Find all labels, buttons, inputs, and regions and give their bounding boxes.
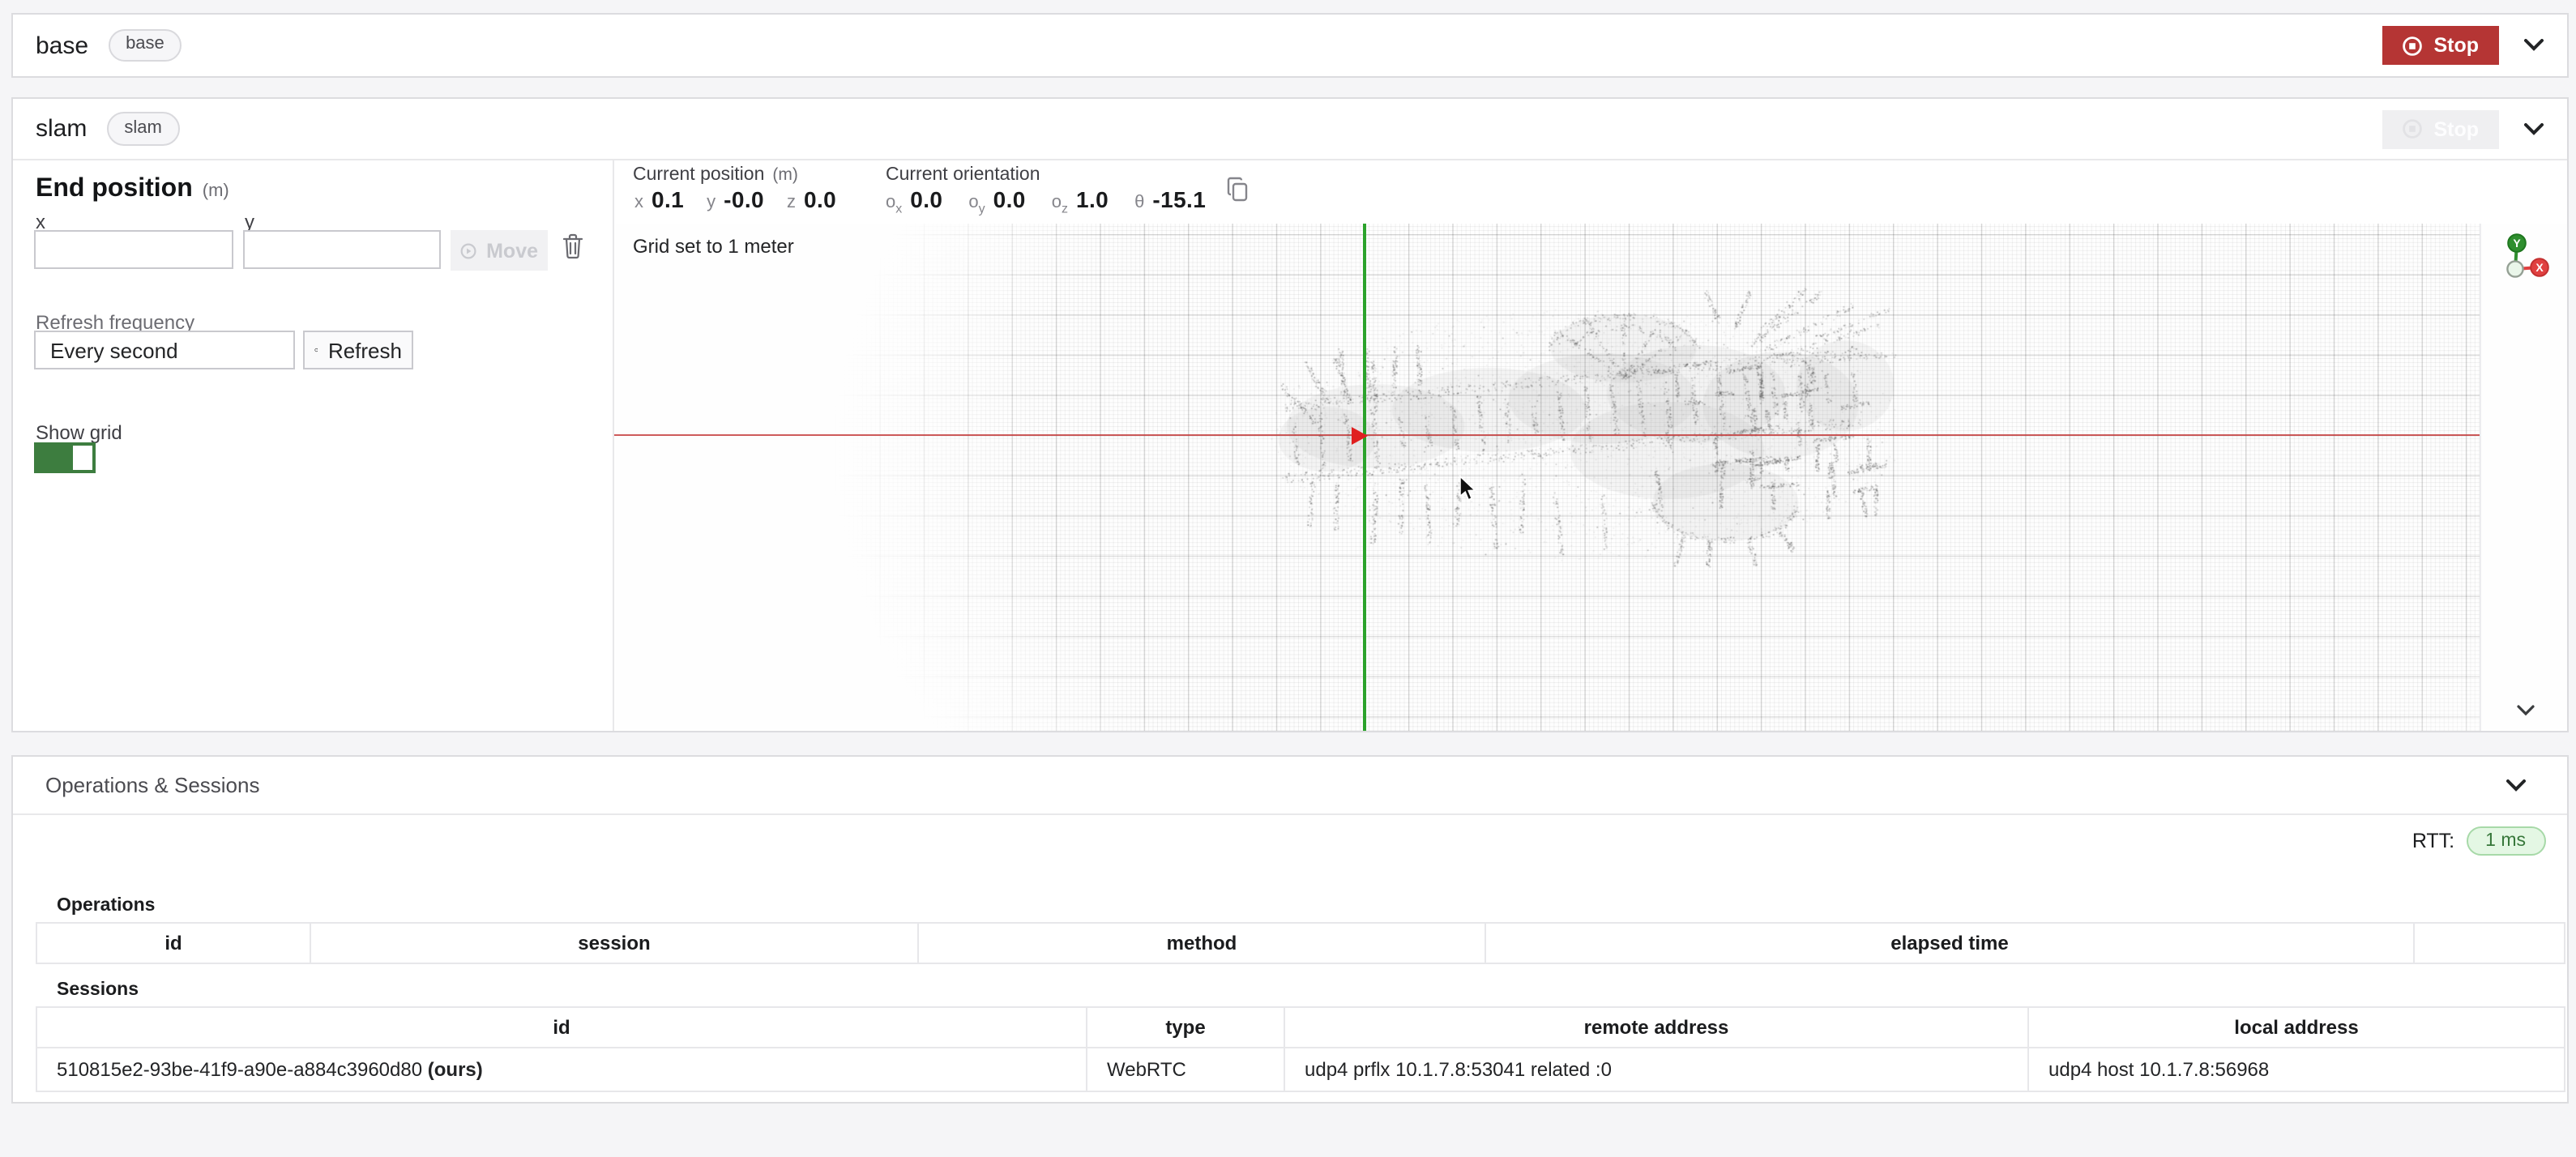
trash-icon bbox=[562, 233, 583, 259]
operations-col-method: method bbox=[918, 923, 1485, 963]
refresh-button[interactable]: Refresh bbox=[303, 331, 413, 369]
map-x-axis-line bbox=[613, 434, 2480, 437]
operations-col-elapsed: elapsed time bbox=[1485, 923, 2414, 963]
orientation-theta-value: -15.1 bbox=[1152, 186, 1206, 212]
play-circle-icon bbox=[460, 241, 476, 260]
slam-panel: slam slam Stop End position(m) bbox=[11, 97, 2568, 732]
base-collapse-chevron-icon[interactable] bbox=[2523, 39, 2544, 52]
mouse-cursor bbox=[1458, 475, 1477, 502]
axes-gizmo-icon: Y X bbox=[2493, 232, 2561, 290]
show-grid-toggle[interactable] bbox=[34, 442, 96, 473]
svg-text:Y: Y bbox=[2513, 237, 2521, 250]
operations-col-actions bbox=[2414, 923, 2565, 963]
session-type-cell: WebRTC bbox=[1087, 1048, 1284, 1091]
session-row: 510815e2-93be-41f9-a90e-a884c3960d80 (ou… bbox=[36, 1048, 2565, 1091]
rtt-indicator: RTT: 1 ms bbox=[2412, 826, 2545, 856]
sessions-table: id type remote address local address 510… bbox=[36, 1006, 2565, 1092]
session-id-cell: 510815e2-93be-41f9-a90e-a884c3960d80 (ou… bbox=[36, 1048, 1087, 1091]
y-input[interactable] bbox=[243, 230, 441, 269]
stop-circle-icon bbox=[2401, 118, 2422, 139]
grid-scale-label: Grid set to 1 meter bbox=[633, 235, 794, 258]
slam-map-viewport[interactable]: Grid set to 1 meter bbox=[613, 224, 2480, 731]
operations-header-row: id session method elapsed time bbox=[36, 923, 2565, 963]
move-button: Move bbox=[451, 230, 548, 271]
orientation-ox-value: 0.0 bbox=[910, 186, 942, 212]
x-input[interactable] bbox=[34, 230, 233, 269]
robot-pose-marker bbox=[1349, 425, 1369, 447]
rtt-label: RTT: bbox=[2412, 830, 2454, 852]
end-position-form: End position(m) x y Move Refresh frequen… bbox=[13, 160, 614, 731]
position-x-value: 0.1 bbox=[651, 186, 684, 212]
base-type-badge: base bbox=[108, 29, 182, 62]
orientation-oy-value: 0.0 bbox=[993, 186, 1026, 212]
copy-icon bbox=[1226, 177, 1249, 203]
sessions-header-row: id type remote address local address bbox=[36, 1007, 2565, 1048]
refresh-icon bbox=[314, 340, 318, 360]
copy-telemetry-button[interactable] bbox=[1226, 177, 1249, 207]
end-position-title: End position(m) bbox=[36, 175, 229, 204]
telemetry-bar: Current position(m) x0.1 y-0.0 z0.0 Curr… bbox=[613, 160, 2566, 225]
base-panel: base base Stop bbox=[11, 13, 2568, 78]
sessions-col-remote: remote address bbox=[1284, 1007, 2028, 1048]
svg-text:X: X bbox=[2535, 261, 2544, 274]
refresh-frequency-value: Every second bbox=[50, 338, 178, 362]
map-expand-chevron-icon[interactable] bbox=[2516, 705, 2534, 716]
end-position-unit: (m) bbox=[203, 181, 229, 201]
current-orientation-title: Current orientation bbox=[886, 165, 1040, 185]
current-position-title: Current position(m) bbox=[633, 165, 798, 185]
show-grid-label: Show grid bbox=[36, 421, 122, 444]
refresh-frequency-select[interactable]: Every second bbox=[34, 331, 295, 369]
slam-type-badge: slam bbox=[106, 113, 179, 145]
operations-col-id: id bbox=[36, 923, 310, 963]
operations-collapse-chevron-icon[interactable] bbox=[2505, 779, 2526, 792]
position-y-value: -0.0 bbox=[724, 186, 764, 212]
slam-pointcloud bbox=[613, 224, 2480, 731]
stop-circle-icon bbox=[2401, 35, 2422, 56]
slam-map-section: Current position(m) x0.1 y-0.0 z0.0 Curr… bbox=[613, 160, 2566, 731]
slam-panel-header: slam slam Stop bbox=[13, 99, 2566, 160]
operations-col-session: session bbox=[310, 923, 918, 963]
sessions-table-title: Sessions bbox=[57, 980, 139, 1000]
sessions-col-id: id bbox=[36, 1007, 1087, 1048]
slam-stop-button-disabled: Stop bbox=[2382, 109, 2498, 148]
toggle-knob bbox=[73, 446, 92, 470]
operations-table: id session method elapsed time bbox=[36, 922, 2565, 964]
delete-end-position-button[interactable] bbox=[562, 233, 583, 264]
slam-stop-label: Stop bbox=[2433, 117, 2479, 140]
base-panel-header: base base Stop bbox=[13, 15, 2566, 76]
current-position-values: x0.1 y-0.0 z0.0 bbox=[634, 186, 836, 216]
slam-panel-title: slam bbox=[36, 115, 87, 143]
sessions-col-type: type bbox=[1087, 1007, 1284, 1048]
base-stop-label: Stop bbox=[2433, 34, 2479, 57]
current-orientation-values: ox0.0 oy0.0 oz1.0 θ-15.1 bbox=[886, 186, 1206, 216]
rtt-value-badge: 1 ms bbox=[2466, 826, 2545, 856]
move-button-label: Move bbox=[486, 239, 538, 262]
base-panel-title: base bbox=[36, 32, 88, 59]
sessions-col-local: local address bbox=[2028, 1007, 2565, 1048]
map-y-axis-line bbox=[1362, 224, 1365, 731]
operations-sessions-header: Operations & Sessions bbox=[13, 757, 2566, 815]
orientation-oz-value: 1.0 bbox=[1076, 186, 1109, 212]
position-z-value: 0.0 bbox=[804, 186, 836, 212]
refresh-button-label: Refresh bbox=[328, 338, 402, 362]
operations-table-title: Operations bbox=[57, 896, 155, 916]
session-local-cell: udp4 host 10.1.7.8:56968 bbox=[2028, 1048, 2565, 1091]
robot-control-page: base base Stop slam slam bbox=[0, 0, 2576, 1157]
operations-sessions-panel: Operations & Sessions RTT: 1 ms Operatio… bbox=[11, 755, 2568, 1104]
slam-collapse-chevron-icon[interactable] bbox=[2523, 122, 2544, 135]
map-side-strip: Y X bbox=[2480, 224, 2566, 731]
operations-sessions-title: Operations & Sessions bbox=[45, 773, 259, 797]
session-remote-cell: udp4 prflx 10.1.7.8:53041 related :0 bbox=[1284, 1048, 2028, 1091]
base-stop-button[interactable]: Stop bbox=[2382, 26, 2498, 65]
